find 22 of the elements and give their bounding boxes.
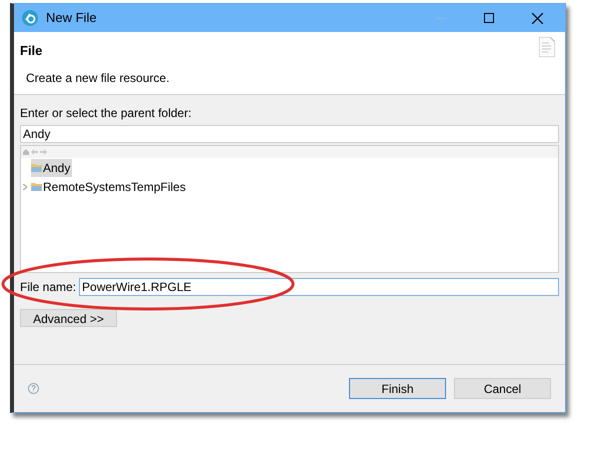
maximize-icon xyxy=(484,13,494,23)
dialog-button[interactable]: Finish xyxy=(349,378,446,399)
forward-arrow-icon[interactable] xyxy=(40,149,47,155)
dialog-button[interactable]: Cancel xyxy=(454,378,551,399)
window-title: New File xyxy=(46,9,98,28)
document-icon xyxy=(539,37,555,57)
folder-icon xyxy=(31,163,42,172)
field-label: Enter or select the parent folder: xyxy=(20,105,192,122)
tree-item-label: Andy xyxy=(43,160,70,176)
home-icon[interactable] xyxy=(23,149,29,155)
page-description: Create a new file resource. xyxy=(26,70,170,86)
field-label: File name: xyxy=(20,279,76,296)
file-name-field[interactable]: PowerWire1.RPGLE xyxy=(79,278,559,296)
parent-folder-field[interactable]: Andy xyxy=(20,125,559,143)
back-arrow-icon[interactable] xyxy=(31,149,38,155)
page-title: File xyxy=(20,42,44,60)
advanced-button[interactable]: Advanced >> xyxy=(20,309,117,327)
tree-item[interactable]: Andy xyxy=(31,158,72,176)
help-button[interactable]: ? xyxy=(28,383,39,394)
folder-icon xyxy=(31,182,42,191)
app-logo-icon xyxy=(22,10,38,26)
close-icon xyxy=(532,12,542,24)
